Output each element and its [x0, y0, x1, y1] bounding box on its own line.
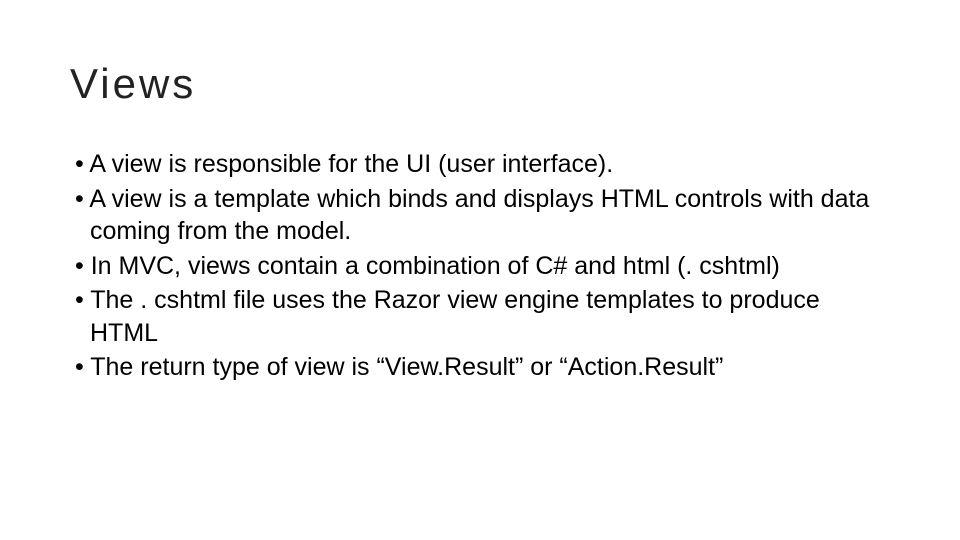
slide-title: Views [70, 60, 890, 108]
list-item: The . cshtml file uses the Razor view en… [70, 284, 890, 349]
list-item: The return type of view is “View.Result”… [70, 351, 890, 384]
list-item: A view is a template which binds and dis… [70, 183, 890, 248]
list-item: A view is responsible for the UI (user i… [70, 148, 890, 181]
list-item: In MVC, views contain a combination of C… [70, 250, 890, 283]
bullet-list: A view is responsible for the UI (user i… [70, 148, 890, 384]
